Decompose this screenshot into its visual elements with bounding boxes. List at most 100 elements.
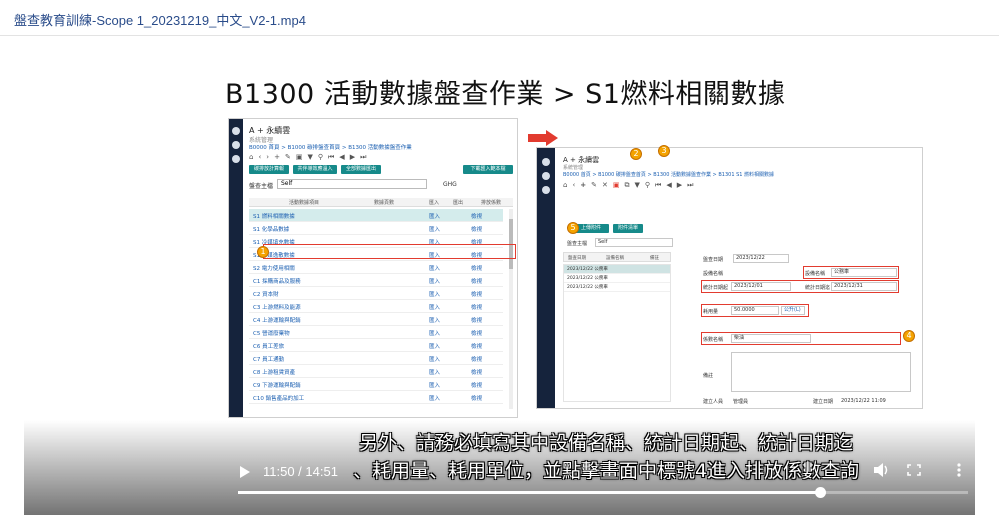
search-icon: ⚲ bbox=[644, 181, 651, 189]
last-icon: ⏭ bbox=[360, 153, 367, 161]
volume-icon[interactable] bbox=[873, 462, 889, 478]
col-header: 排放係數 bbox=[481, 200, 502, 206]
attachment-button: 附件清單 bbox=[613, 224, 643, 233]
row-name: C1 採購商品及服務 bbox=[253, 279, 301, 285]
grid-col: 設備名稱 bbox=[606, 256, 624, 261]
col-header: 匯入 bbox=[429, 200, 440, 206]
grid-row: 2023/12/22 公務車 bbox=[564, 283, 670, 292]
row-import: 匯入 bbox=[429, 357, 441, 363]
prev-icon: ◀ bbox=[666, 181, 672, 189]
next-icon: ▶ bbox=[676, 181, 683, 189]
table-row: C9 下游運輸與配銷 匯入 檢視 bbox=[249, 378, 503, 391]
grid-header: 盤查日期 設備名稱 備註 bbox=[563, 252, 671, 262]
add-icon: + bbox=[274, 153, 280, 161]
field-label: 盤查主檔 bbox=[249, 183, 274, 190]
row-name: C10 銷售產品的加工 bbox=[253, 396, 305, 402]
row-name: C3 上游燃料及能源 bbox=[253, 305, 301, 311]
table-body: S1 燃料相關數據 匯入 檢視 S1 化學品數據 匯入 檢視 S1 冷媒填充數據 匯入 檢視 S1… bbox=[249, 209, 503, 404]
row-name: C2 資本財 bbox=[253, 292, 279, 298]
row-name: S1 化學品數據 bbox=[253, 227, 290, 233]
marker-1: 1 bbox=[257, 246, 269, 258]
device-label-left: 設備名稱 bbox=[703, 271, 724, 277]
row-import: 匯入 bbox=[429, 344, 441, 350]
note-label: 備註 bbox=[703, 373, 714, 379]
breadcrumb: B0000 首頁 > B1000 碳排盤查首頁 > B1300 活動數據盤查作業 bbox=[249, 145, 412, 151]
row-view: 檢視 bbox=[471, 305, 483, 311]
filter-icon: ▼ bbox=[307, 153, 313, 161]
row-name: C6 員工差旅 bbox=[253, 344, 285, 350]
play-icon[interactable] bbox=[240, 466, 250, 478]
right-screenshot: A + 永續雲 系統管理 B0000 首頁 > B1000 碳排盤查首頁 > B… bbox=[536, 147, 923, 409]
home-icon: ⌂ bbox=[563, 181, 568, 189]
row-view: 檢視 bbox=[471, 331, 483, 337]
table-row: S1 化學品數據 匯入 檢視 bbox=[249, 222, 503, 235]
row-import: 匯入 bbox=[429, 279, 441, 285]
note-input bbox=[731, 352, 911, 392]
col-header: 數據頁數 bbox=[374, 200, 395, 206]
row-import: 匯入 bbox=[429, 370, 441, 376]
toolbar: ⌂ ‹ + ✎ ✕ ▣ ⧉ ▼ ⚲ ⏮ ◀ ▶ ⏭ bbox=[563, 181, 693, 190]
row-import: 匯入 bbox=[429, 305, 441, 311]
search-icon: ⚲ bbox=[317, 153, 323, 161]
nav-rail bbox=[229, 119, 243, 417]
creator-value: 管理員 bbox=[733, 399, 749, 405]
creator-label: 建立人員 bbox=[703, 399, 724, 405]
first-icon: ⏮ bbox=[655, 181, 662, 189]
save-icon: ▣ bbox=[612, 181, 620, 189]
table-row: S1 燃料相關數據 匯入 檢視 bbox=[249, 209, 503, 222]
grid-col: 盤查日期 bbox=[568, 256, 586, 261]
highlight-box bbox=[803, 266, 899, 279]
export-button: 全部數據匯出 bbox=[341, 165, 381, 174]
last-icon: ⏭ bbox=[687, 181, 694, 189]
title-bar: 盤查教育訓練-Scope 1_20231219_中文_V2-1.mp4 bbox=[0, 0, 999, 36]
table-row: C2 資本財 匯入 檢視 bbox=[249, 287, 503, 300]
prev-icon: ◀ bbox=[339, 153, 345, 161]
more-options-icon[interactable] bbox=[957, 463, 961, 477]
grid-row: 2023/12/22 公務車 bbox=[564, 265, 670, 274]
home-icon: ⌂ bbox=[249, 153, 254, 161]
progress-bar[interactable] bbox=[238, 487, 968, 498]
arrow-icon bbox=[528, 130, 558, 146]
subtitle-line-2: 、耗用量、耗用單位，並點擊畫面中標號4進入排放係數查詢 bbox=[352, 460, 860, 482]
row-view: 檢視 bbox=[471, 396, 483, 402]
highlight-box bbox=[701, 304, 809, 317]
table-row: C8 上游租賃資產 匯入 檢視 bbox=[249, 365, 503, 378]
subtitle-line-1: 另外、請務必填寫其中設備名稱、統計日期起、統計日期迄 bbox=[358, 432, 853, 454]
app-subtitle: 系統管理 bbox=[563, 165, 584, 171]
highlight-box bbox=[701, 280, 899, 293]
progress-handle[interactable] bbox=[814, 487, 826, 498]
marker-2: 2 bbox=[630, 148, 642, 160]
file-title: 盤查教育訓練-Scope 1_20231219_中文_V2-1.mp4 bbox=[14, 13, 306, 28]
row-name: C4 上游運輸與配銷 bbox=[253, 318, 301, 324]
table-row: C7 員工通勤 匯入 檢視 bbox=[249, 352, 503, 365]
table-row: C5 營運廢棄物 匯入 檢視 bbox=[249, 326, 503, 339]
slide-heading: B1300 活動數據盤查作業 > S1燃料相關數據 bbox=[225, 79, 786, 110]
first-icon: ⏮ bbox=[327, 153, 335, 161]
row-import: 匯入 bbox=[429, 383, 441, 389]
field-right: GHG bbox=[443, 181, 457, 188]
field-label: 盤查主檔 bbox=[567, 241, 588, 247]
forward-icon: › bbox=[266, 153, 270, 161]
left-screenshot: A + 永續雲 系統管理 B0000 首頁 > B1000 碳排盤查首頁 > B… bbox=[228, 118, 518, 418]
add-icon: + bbox=[580, 181, 587, 189]
row-import: 匯入 bbox=[429, 396, 441, 402]
row-view: 檢視 bbox=[471, 214, 483, 220]
col-header: 匯出 bbox=[453, 200, 464, 206]
date-value: 2023/12/22 bbox=[733, 254, 789, 263]
table-row: C1 採購商品及服務 匯入 檢視 bbox=[249, 274, 503, 287]
copy-icon: ⧉ bbox=[624, 181, 630, 189]
scrollbar bbox=[509, 209, 513, 409]
row-view: 檢視 bbox=[471, 357, 483, 363]
progress-fill bbox=[238, 491, 820, 494]
row-view: 檢視 bbox=[471, 292, 483, 298]
row-import: 匯入 bbox=[429, 292, 441, 298]
created-value: 2023/12/22 11:09 bbox=[841, 398, 886, 404]
breadcrumb: B0000 首頁 > B1000 碳排盤查首頁 > B1300 活動數據盤查作業… bbox=[563, 172, 775, 178]
table-row: C10 銷售產品的加工 匯入 檢視 bbox=[249, 391, 503, 404]
fullscreen-icon[interactable] bbox=[907, 464, 921, 476]
field-value: Self bbox=[595, 238, 673, 247]
row-import: 匯入 bbox=[429, 214, 441, 220]
grid-col: 備註 bbox=[650, 256, 659, 261]
row-name: C7 員工通勤 bbox=[253, 357, 285, 363]
row-view: 檢視 bbox=[471, 383, 483, 389]
